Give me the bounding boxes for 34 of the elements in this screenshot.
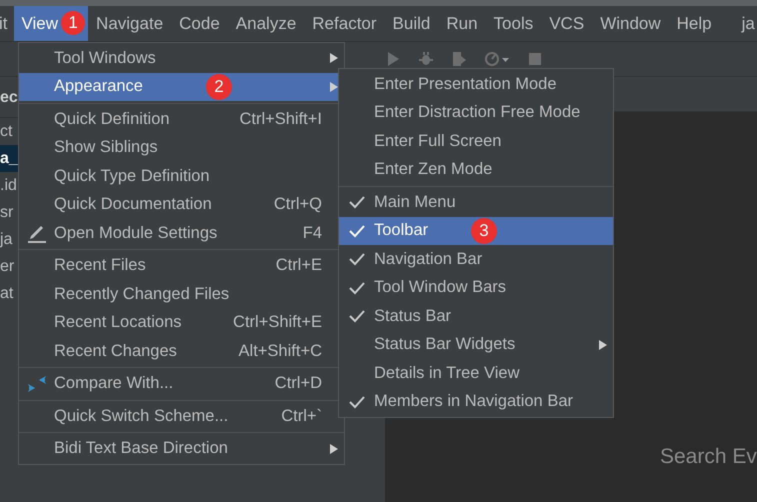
menu-bar-item[interactable]: Run: [438, 6, 486, 41]
menu-bar-item[interactable]: Navigate: [88, 6, 172, 41]
step-badge: 3: [471, 218, 497, 244]
menu-item[interactable]: Main Menu: [339, 188, 613, 216]
arrows-icon: [26, 374, 46, 394]
bug-icon: [418, 51, 434, 67]
step-badge: 2: [206, 74, 232, 100]
menu-item[interactable]: Tool Windows: [19, 44, 344, 72]
menu-bar-item[interactable]: Window: [592, 6, 669, 41]
menu-item[interactable]: Status Bar: [339, 302, 613, 330]
menu-item[interactable]: Toolbar 3: [339, 216, 613, 245]
profiler-icon: [484, 51, 510, 67]
menu-item[interactable]: Status Bar Widgets: [339, 330, 613, 359]
menu-bar-item[interactable]: Help: [668, 6, 720, 41]
pencil-icon: [26, 223, 46, 244]
menu-item[interactable]: Enter Zen Mode: [339, 156, 613, 184]
menu-bar-item[interactable]: Build: [384, 6, 438, 41]
menu-bar-item[interactable]: it: [0, 6, 14, 41]
project-title: ja: [742, 14, 755, 34]
coverage-icon: [451, 51, 467, 67]
menu-bar-item[interactable]: Code: [171, 6, 228, 41]
menu-bar-item[interactable]: View 1: [14, 6, 88, 41]
menu-item[interactable]: Enter Full Screen: [339, 127, 613, 156]
menu-item[interactable]: Navigation Bar: [339, 245, 613, 274]
menu-item[interactable]: Tool Window Bars: [339, 274, 613, 302]
editor-hint: Search Ev: [660, 445, 757, 469]
menu-bar-item[interactable]: Refactor: [304, 6, 385, 41]
menu-bar-item[interactable]: VCS: [541, 6, 592, 41]
stop-icon: [527, 51, 543, 67]
step-badge: 1: [61, 11, 86, 35]
menu-item[interactable]: Compare With... Ctrl+D: [19, 370, 344, 398]
menu-bar-item[interactable]: Analyze: [228, 6, 304, 41]
menu-bar-item[interactable]: Tools: [486, 6, 542, 41]
menu-item[interactable]: Bidi Text Base Direction: [19, 434, 344, 463]
